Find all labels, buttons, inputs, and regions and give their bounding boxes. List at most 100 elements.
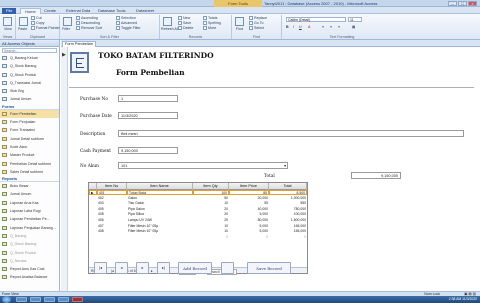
cash-payment-field[interactable]: 9,150,000: [118, 147, 178, 154]
cell-total[interactable]: 165,000: [269, 224, 307, 229]
table-row[interactable]: 000: [89, 235, 307, 240]
cell-item-price[interactable]: 55: [229, 201, 269, 206]
cell-total[interactable]: 8,500: [269, 190, 307, 196]
cell-item-price[interactable]: 40,000: [229, 207, 269, 212]
cell-item-name[interactable]: [127, 235, 193, 240]
table-row[interactable]: ▶ 401 Tutup Botol 100 85 8,500: [89, 190, 307, 196]
cell-item-qty[interactable]: 10: [193, 224, 229, 229]
taskbar-access-icon[interactable]: [72, 297, 83, 302]
view-icon[interactable]: [3, 17, 12, 26]
cell-item-no[interactable]: 408: [97, 212, 127, 217]
cell-item-no[interactable]: 405: [97, 207, 127, 212]
cell-item-name[interactable]: Filter Mesin 10" 05µ: [127, 229, 193, 234]
col-item-qty[interactable]: Item Qty: [193, 183, 229, 190]
add-record-button[interactable]: Add Record: [178, 262, 212, 274]
copy-button[interactable]: Copy: [31, 21, 44, 26]
close-button[interactable]: ×: [468, 1, 477, 6]
cell-item-name[interactable]: Lampu UV 24W: [127, 218, 193, 223]
nav-item[interactable]: Laporan Laba Rugi: [0, 207, 59, 215]
table-row[interactable]: 402 Galon 50 20,000 1,000,000: [89, 196, 307, 201]
cell-item-name[interactable]: Pipa Silica: [127, 212, 193, 217]
next-record-button[interactable]: ▸: [136, 262, 149, 274]
cell-item-qty[interactable]: 20: [193, 212, 229, 217]
cell-item-qty[interactable]: 100: [193, 190, 229, 196]
row-selector[interactable]: [89, 218, 97, 223]
cell-item-price[interactable]: 5,000: [229, 229, 269, 234]
record-selector[interactable]: ▶: [61, 47, 68, 291]
taskbar-ie-icon[interactable]: [16, 297, 27, 302]
cell-item-qty[interactable]: 0: [193, 235, 229, 240]
filter-icon[interactable]: [63, 17, 72, 26]
paste-icon[interactable]: [19, 17, 28, 26]
delete-record-button[interactable]: [221, 262, 234, 274]
cell-total[interactable]: 0: [269, 235, 307, 240]
description-field[interactable]: Beli mesn: [118, 130, 464, 137]
cell-item-no[interactable]: [97, 235, 127, 240]
bold-button[interactable]: B: [286, 25, 289, 29]
nav-item[interactable]: Stok Brg: [0, 87, 59, 95]
system-clock[interactable]: 2:38 AM 11/3/2020: [449, 296, 477, 303]
row-selector[interactable]: [89, 235, 97, 240]
italic-button[interactable]: I: [293, 25, 294, 29]
nav-item[interactable]: Q_Barang: [0, 232, 59, 240]
nav-pane-header[interactable]: All Access Objects: [0, 40, 59, 47]
taskbar-word-icon[interactable]: [58, 297, 69, 302]
cell-item-qty[interactable]: 50: [193, 196, 229, 201]
table-row[interactable]: 405 Pipa Galon 20 40,000 780,000: [89, 207, 307, 212]
start-button[interactable]: [2, 296, 11, 303]
nav-item[interactable]: Q_Neraca: [0, 257, 59, 265]
cell-item-qty[interactable]: 20: [193, 207, 229, 212]
font-select[interactable]: Calibri (Detail): [286, 17, 346, 22]
cell-item-no[interactable]: 406: [97, 218, 127, 223]
cell-item-no[interactable]: 408: [97, 229, 127, 234]
minimize-button[interactable]: –: [448, 1, 457, 6]
row-selector[interactable]: [89, 229, 97, 234]
cell-item-no[interactable]: 401: [97, 190, 127, 196]
nav-item[interactable]: Sales Detail subform: [0, 168, 59, 176]
cell-item-no[interactable]: 403: [97, 201, 127, 206]
nav-item[interactable]: Pembelian Detail subform: [0, 160, 59, 168]
ascending-button[interactable]: Ascending: [76, 16, 98, 21]
row-selector[interactable]: [89, 207, 97, 212]
cell-item-qty[interactable]: 10: [193, 201, 229, 206]
nav-item[interactable]: Q_Stock Produk: [0, 71, 59, 79]
record-first-button[interactable]: |◂: [111, 268, 114, 274]
cut-button[interactable]: Cut: [31, 16, 42, 21]
last-record-button[interactable]: ▸|: [157, 262, 170, 274]
filter-button[interactable]: Filter: [62, 27, 70, 31]
row-selector[interactable]: [89, 201, 97, 206]
total-field[interactable]: 9,150,000: [351, 172, 401, 179]
cell-total[interactable]: 780,000: [269, 207, 307, 212]
cell-total[interactable]: 100,000: [269, 212, 307, 217]
cell-total[interactable]: 550: [269, 201, 307, 206]
cell-item-name[interactable]: Tutup Botol: [127, 190, 193, 196]
record-next-button[interactable]: ▸: [151, 268, 153, 274]
col-item-name[interactable]: Item Name: [127, 183, 193, 190]
find-button[interactable]: Find: [236, 27, 243, 31]
descending-button[interactable]: Descending: [76, 21, 100, 26]
more-button[interactable]: More: [203, 26, 216, 31]
totals-button[interactable]: Totals: [203, 16, 217, 21]
save-button[interactable]: Save: [178, 21, 191, 26]
col-total[interactable]: Total: [269, 183, 307, 190]
grid-selector-header[interactable]: [89, 183, 97, 190]
spelling-button[interactable]: Spelling: [203, 21, 221, 26]
col-item-price[interactable]: Item Price: [229, 183, 269, 190]
row-selector[interactable]: [89, 196, 97, 201]
taskbar-explorer-icon[interactable]: [30, 297, 41, 302]
table-row[interactable]: 408 Pipa Silica 20 5,000 100,000: [89, 212, 307, 217]
cell-total[interactable]: 1,600,000: [269, 218, 307, 223]
nav-item[interactable]: Jurnal Detail subform: [0, 135, 59, 143]
col-item-no[interactable]: Item No: [97, 183, 127, 190]
row-selector[interactable]: [89, 224, 97, 229]
nav-item[interactable]: Laporan Arus Kas: [0, 199, 59, 207]
nav-item[interactable]: Q_Barang Keluar: [0, 54, 59, 62]
previous-record-button[interactable]: ◂: [115, 262, 128, 274]
font-color-button[interactable]: A: [308, 25, 310, 29]
binoculars-icon[interactable]: [235, 17, 244, 26]
row-selector[interactable]: [89, 212, 97, 217]
gridlines-button[interactable]: ▦: [352, 25, 355, 29]
nav-item[interactable]: Master Product: [0, 151, 59, 159]
cell-item-price[interactable]: 20,000: [229, 196, 269, 201]
nav-item[interactable]: Report Analisa Balance: [0, 273, 59, 281]
